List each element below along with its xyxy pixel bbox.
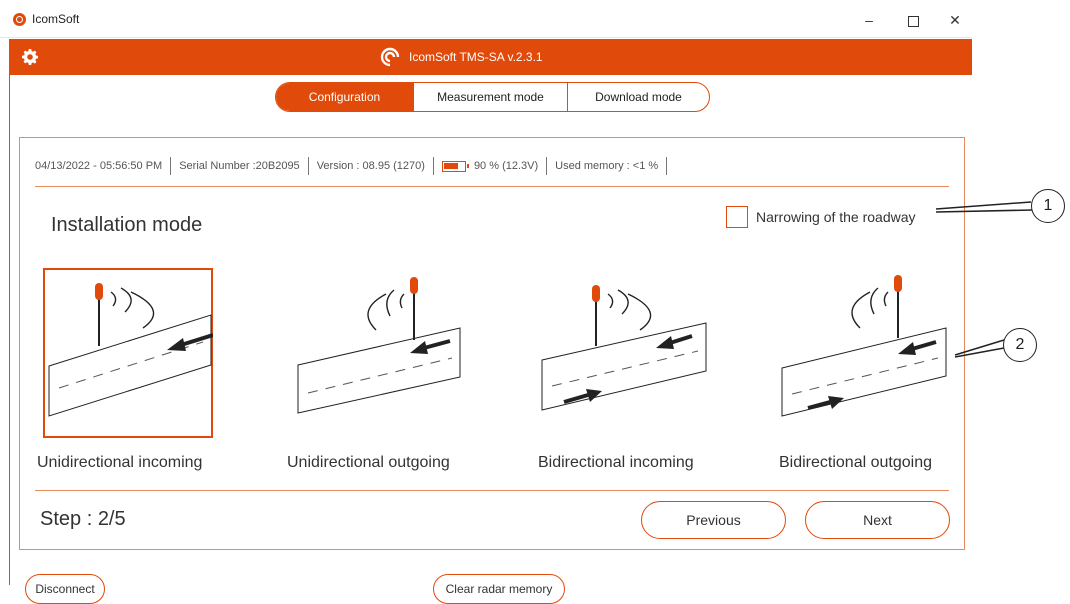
callout-2: 2 [1003, 328, 1037, 362]
app-window: IcomSoft – ✕ IcomSoft TMS-SA v.2.3.1 Con… [0, 0, 1070, 604]
callout-1: 1 [1031, 189, 1065, 223]
callout-lines [935, 201, 1033, 358]
